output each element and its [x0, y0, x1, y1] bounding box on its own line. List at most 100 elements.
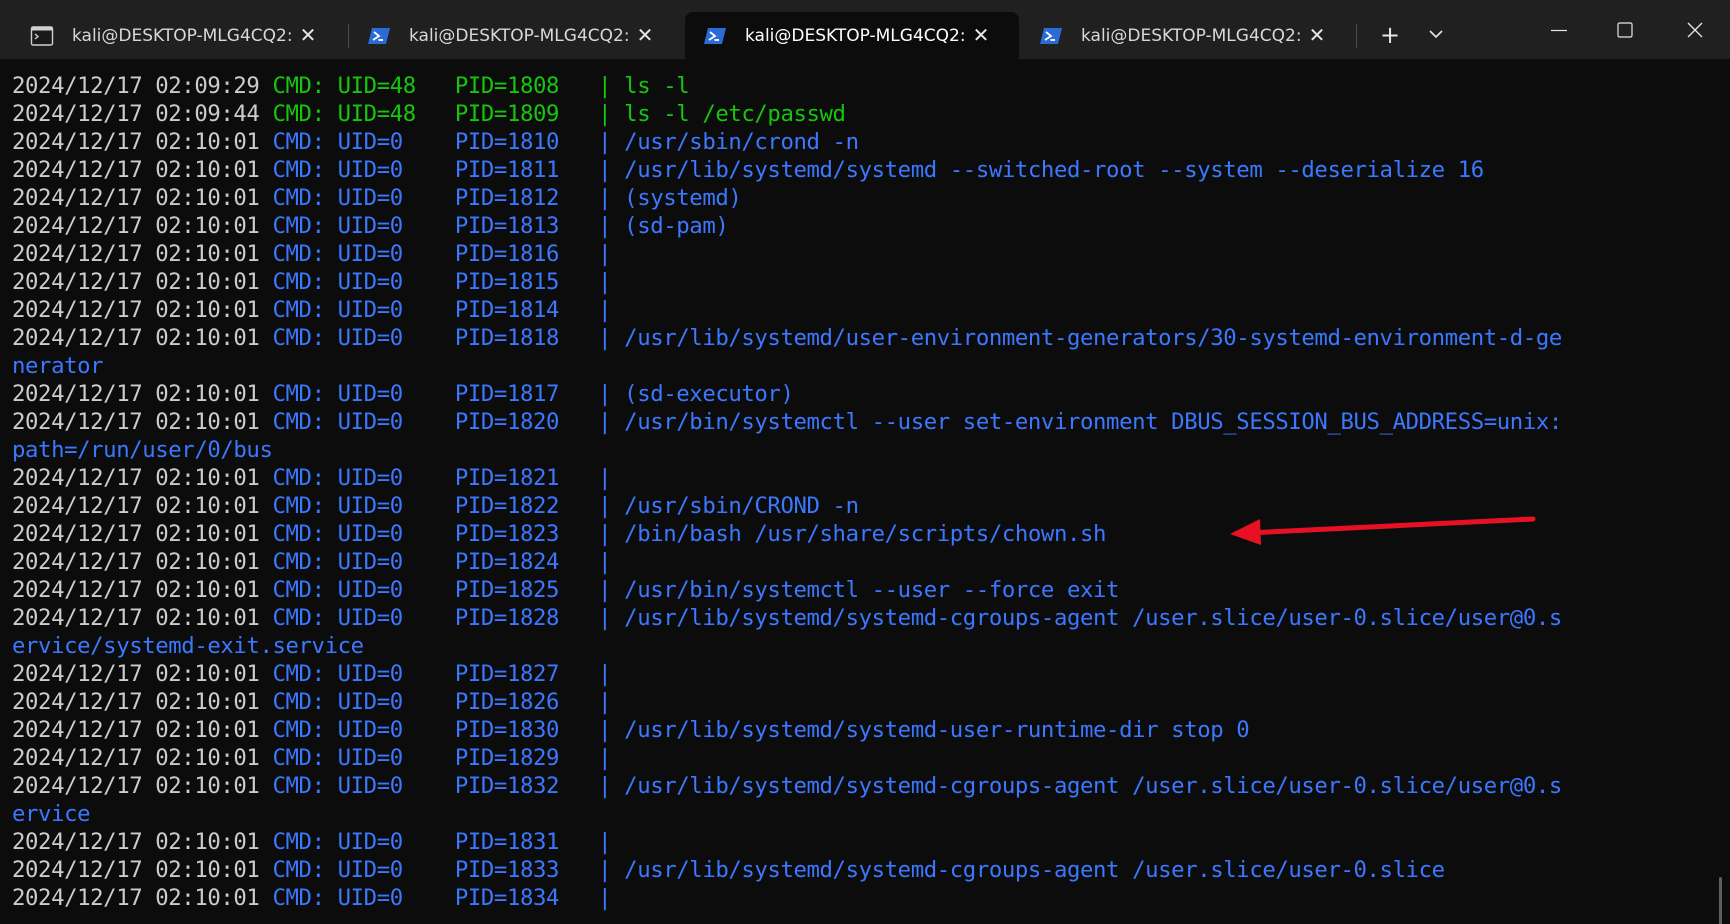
log-timestamp: 2024/12/17 02:10:01: [12, 465, 260, 491]
log-pid: PID=1833: [454, 857, 599, 883]
log-command: /usr/lib/systemd/systemd-cgroups-agent /…: [624, 773, 1562, 799]
log-lines: 2024/12/17 02:09:29 CMD: UID=48 PID=1808…: [12, 72, 1562, 912]
minimize-button[interactable]: [1524, 10, 1594, 50]
log-line-wrap: ervice/systemd-exit.service: [12, 632, 1562, 660]
log-separator: |: [598, 605, 625, 631]
log-timestamp: 2024/12/17 02:10:01: [12, 577, 260, 603]
log-timestamp: 2024/12/17 02:10:01: [12, 409, 260, 435]
log-timestamp: 2024/12/17 02:10:01: [12, 549, 260, 575]
log-separator: |: [598, 661, 625, 687]
log-line-wrap: ervice: [12, 800, 1562, 828]
title-bar: kali@DESKTOP-MLG4CQ2: ~ ✕ kali@DESKTOP-M…: [0, 0, 1730, 59]
maximize-button[interactable]: [1590, 10, 1660, 50]
log-separator: |: [598, 157, 625, 183]
log-uid: CMD: UID=0: [272, 213, 455, 239]
log-line: 2024/12/17 02:10:01 CMD: UID=0 PID=1825 …: [12, 576, 1562, 604]
tab-title: kali@DESKTOP-MLG4CQ2: ~: [745, 25, 969, 46]
log-pid: PID=1829: [454, 745, 599, 771]
log-timestamp: 2024/12/17 02:10:01: [12, 885, 260, 911]
log-uid: CMD: UID=0: [272, 717, 455, 743]
close-icon[interactable]: ✕: [969, 23, 993, 47]
log-line: 2024/12/17 02:10:01 CMD: UID=0 PID=1811 …: [12, 156, 1562, 184]
tab-2[interactable]: kali@DESKTOP-MLG4CQ2: ~ ✕: [349, 12, 683, 59]
log-pid: PID=1822: [454, 493, 599, 519]
close-icon[interactable]: ✕: [1305, 23, 1329, 47]
log-separator: |: [598, 689, 625, 715]
log-line-wrap: nerator: [12, 352, 1562, 380]
log-separator: |: [598, 409, 625, 435]
log-pid: PID=1824: [454, 549, 599, 575]
tab-4[interactable]: kali@DESKTOP-MLG4CQ2: ~ ✕: [1021, 12, 1355, 59]
new-tab-button[interactable]: +: [1375, 20, 1405, 50]
log-timestamp: 2024/12/17 02:10:01: [12, 661, 260, 687]
log-line: 2024/12/17 02:09:44 CMD: UID=48 PID=1809…: [12, 100, 1562, 128]
log-timestamp: 2024/12/17 02:10:01: [12, 241, 260, 267]
log-pid: PID=1821: [454, 465, 599, 491]
terminal-output[interactable]: 2024/12/17 02:09:29 CMD: UID=48 PID=1808…: [0, 59, 1730, 924]
log-line: 2024/12/17 02:10:01 CMD: UID=0 PID=1828 …: [12, 604, 1562, 632]
log-pid: PID=1814: [454, 297, 599, 323]
log-uid: CMD: UID=0: [272, 549, 455, 575]
log-separator: |: [598, 717, 625, 743]
log-separator: |: [598, 521, 625, 547]
tab-separator: [1356, 24, 1357, 48]
log-uid: CMD: UID=0: [272, 297, 455, 323]
scrollbar-thumb[interactable]: [1719, 877, 1722, 924]
log-timestamp: 2024/12/17 02:10:01: [12, 213, 260, 239]
log-pid: PID=1831: [454, 829, 599, 855]
log-separator: |: [598, 241, 625, 267]
log-command: /usr/lib/systemd/user-environment-genera…: [624, 325, 1562, 351]
log-separator: |: [598, 885, 625, 911]
log-line: 2024/12/17 02:10:01 CMD: UID=0 PID=1810 …: [12, 128, 1562, 156]
log-uid: CMD: UID=0: [272, 325, 455, 351]
tab-title: kali@DESKTOP-MLG4CQ2: ~: [409, 25, 633, 46]
log-line: 2024/12/17 02:10:01 CMD: UID=0 PID=1833 …: [12, 856, 1562, 884]
log-timestamp: 2024/12/17 02:10:01: [12, 185, 260, 211]
close-window-button[interactable]: [1660, 10, 1730, 50]
log-timestamp: 2024/12/17 02:10:01: [12, 521, 260, 547]
log-pid: PID=1808: [454, 73, 599, 99]
close-icon: [1687, 22, 1703, 38]
close-icon[interactable]: ✕: [633, 23, 657, 47]
log-pid: PID=1812: [454, 185, 599, 211]
log-uid: CMD: UID=48: [272, 73, 455, 99]
close-icon[interactable]: ✕: [296, 23, 320, 47]
log-line: 2024/12/17 02:10:01 CMD: UID=0 PID=1812 …: [12, 184, 1562, 212]
log-pid: PID=1834: [454, 885, 599, 911]
log-pid: PID=1827: [454, 661, 599, 687]
log-uid: CMD: UID=0: [272, 409, 455, 435]
log-line: 2024/12/17 02:09:29 CMD: UID=48 PID=1808…: [12, 72, 1562, 100]
tab-title: kali@DESKTOP-MLG4CQ2: ~: [1081, 25, 1305, 46]
log-pid: PID=1820: [454, 409, 599, 435]
log-command: /usr/sbin/CROND -n: [624, 493, 859, 519]
log-line: 2024/12/17 02:10:01 CMD: UID=0 PID=1818 …: [12, 324, 1562, 352]
log-timestamp: 2024/12/17 02:10:01: [12, 829, 260, 855]
log-timestamp: 2024/12/17 02:10:01: [12, 297, 260, 323]
log-line: 2024/12/17 02:10:01 CMD: UID=0 PID=1831 …: [12, 828, 1562, 856]
log-line: 2024/12/17 02:10:01 CMD: UID=0 PID=1814 …: [12, 296, 1562, 324]
console-icon: [30, 25, 54, 46]
log-separator: |: [598, 269, 625, 295]
log-command-continuation: ervice: [12, 801, 91, 827]
log-uid: CMD: UID=0: [272, 689, 455, 715]
log-timestamp: 2024/12/17 02:10:01: [12, 269, 260, 295]
tab-1[interactable]: kali@DESKTOP-MLG4CQ2: ~ ✕: [12, 12, 346, 59]
log-uid: CMD: UID=0: [272, 157, 455, 183]
log-uid: CMD: UID=0: [272, 493, 455, 519]
tab-dropdown-button[interactable]: [1421, 22, 1451, 48]
maximize-icon: [1617, 22, 1633, 38]
powershell-icon: [1040, 27, 1062, 44]
log-separator: |: [598, 745, 625, 771]
log-uid: CMD: UID=0: [272, 465, 455, 491]
log-uid: CMD: UID=0: [272, 829, 455, 855]
log-pid: PID=1828: [454, 605, 599, 631]
log-command: ls -l /etc/passwd: [624, 101, 846, 127]
log-command: /usr/lib/systemd/systemd-user-runtime-di…: [624, 717, 1250, 743]
log-timestamp: 2024/12/17 02:10:01: [12, 325, 260, 351]
tab-3-active[interactable]: kali@DESKTOP-MLG4CQ2: ~ ✕: [685, 12, 1019, 59]
log-command: (sd-pam): [624, 213, 729, 239]
log-timestamp: 2024/12/17 02:10:01: [12, 689, 260, 715]
log-uid: CMD: UID=0: [272, 185, 455, 211]
log-command: (sd-executor): [624, 381, 794, 407]
log-timestamp: 2024/12/17 02:10:01: [12, 605, 260, 631]
